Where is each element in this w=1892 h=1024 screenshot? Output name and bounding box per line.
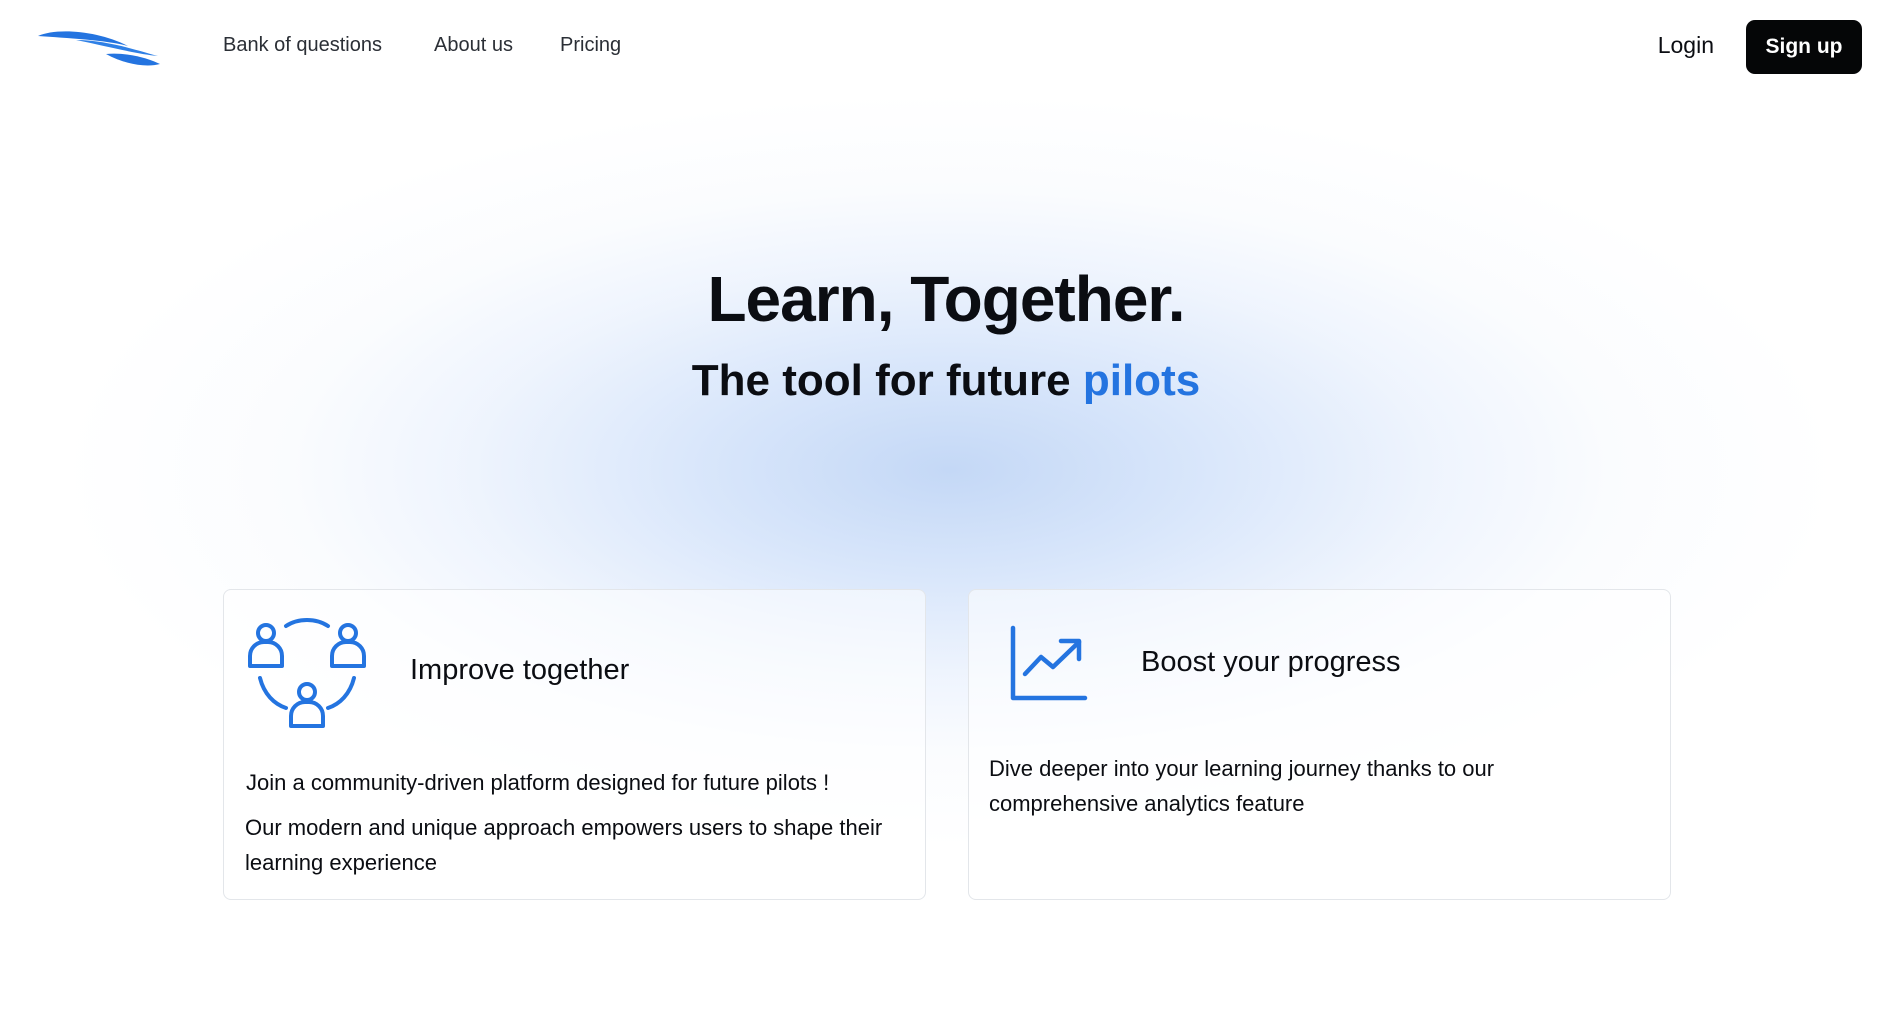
sign-up-button[interactable]: Sign up: [1746, 20, 1862, 74]
feature-card-improve-together: Improve together Join a community-driven…: [223, 589, 926, 900]
wing-swoosh-logo-icon[interactable]: [36, 24, 160, 70]
feature-paragraph: Dive deeper into your learning journey t…: [989, 756, 1495, 816]
hero-subtitle-prefix: The tool for future: [691, 356, 1083, 405]
feature-title: Boost your progress: [1141, 646, 1401, 678]
hero-subtitle: The tool for future pilots: [0, 356, 1892, 406]
feature-title: Improve together: [410, 654, 630, 686]
nav-about-us-link[interactable]: About us: [434, 34, 513, 57]
hero-subtitle-highlight: pilots: [1082, 356, 1201, 405]
community-people-icon: [248, 618, 366, 728]
feature-paragraph: Join a community-driven platform designe…: [246, 770, 830, 795]
top-navigation: Bank of questions About us Pricing Login…: [0, 0, 1892, 96]
feature-card-boost-progress: Boost your progress Dive deeper into you…: [968, 589, 1671, 900]
hero-title: Learn, Together.: [707, 263, 1185, 335]
feature-paragraph: Our modern and unique approach empowers …: [245, 815, 883, 875]
trending-chart-icon: [1010, 625, 1088, 701]
login-link[interactable]: Login: [1658, 32, 1714, 59]
nav-pricing-link[interactable]: Pricing: [560, 34, 621, 57]
nav-bank-of-questions-link[interactable]: Bank of questions: [223, 34, 382, 57]
